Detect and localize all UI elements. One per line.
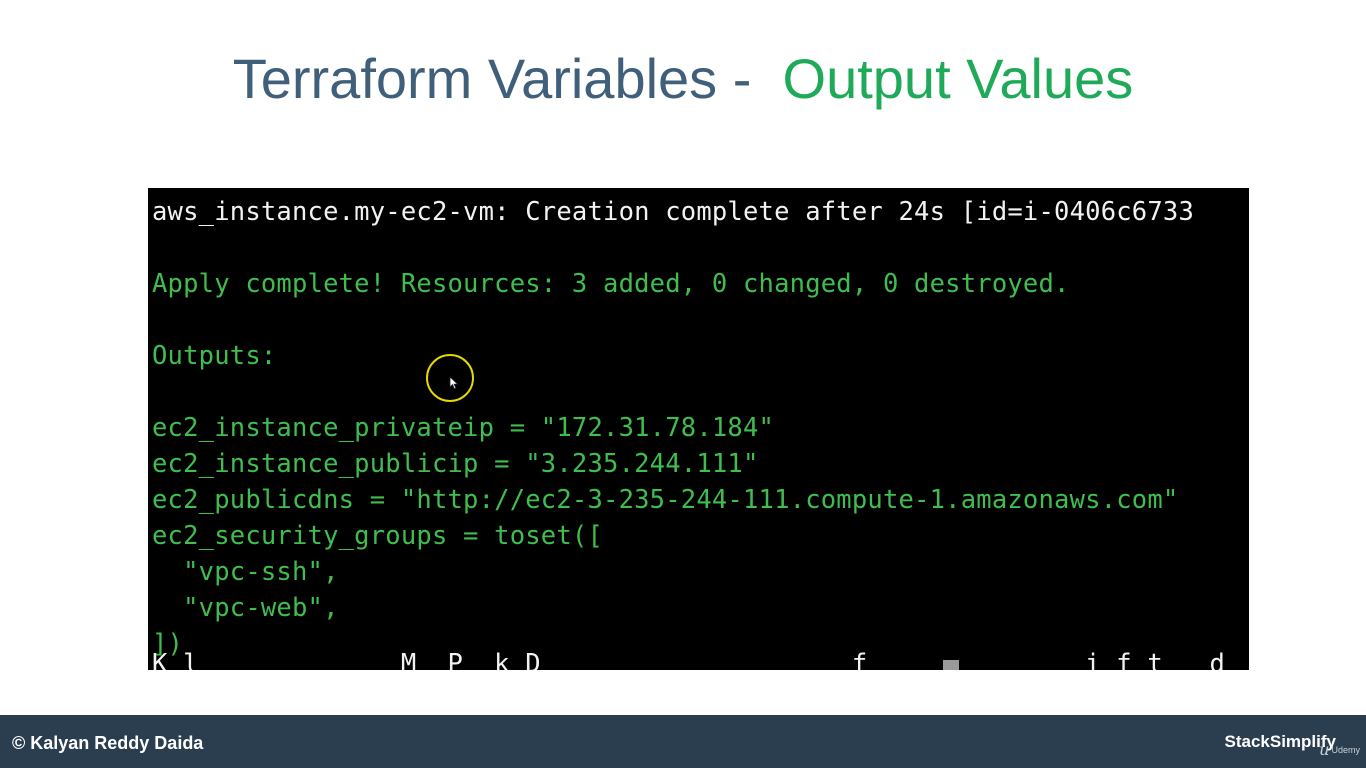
udemy-u-icon: u [1319,740,1330,759]
terminal-line: Apply complete! Resources: 3 added, 0 ch… [152,269,1070,299]
terminal-line: ec2_instance_privateip = "172.31.78.184" [152,413,775,443]
terminal-prompt-line: K l M P k D f i f t d b i t $ [152,649,1249,670]
terminal-line: ec2_security_groups = toset([ [152,521,604,551]
slide-title-main: Terraform Variables - [232,47,783,110]
udemy-logo-text: Udemy [1331,745,1360,755]
mouse-pointer-icon [449,376,459,390]
terminal-line: ec2_instance_publicip = "3.235.244.111" [152,449,759,479]
slide-title: Terraform Variables - Output Values [0,44,1366,114]
terminal-line: "vpc-web", [152,593,339,623]
terminal-line: aws_instance.my-ec2-vm: Creation complet… [152,197,1195,227]
slide: Terraform Variables - Output Values aws_… [0,0,1366,768]
terminal-window[interactable]: aws_instance.my-ec2-vm: Creation complet… [148,188,1249,670]
slide-title-accent: Output Values [782,47,1134,110]
terminal-line: ec2_publicdns = "http://ec2-3-235-244-11… [152,485,1179,515]
udemy-logo: u Udemy [1319,740,1360,759]
footer-bar: © Kalyan Reddy Daida StackSimplify u Ude… [0,715,1366,768]
footer-copyright: © Kalyan Reddy Daida [12,733,204,753]
terminal-cursor [943,660,959,670]
terminal-line: "vpc-ssh", [152,557,339,587]
terminal-line: Outputs: [152,341,277,371]
